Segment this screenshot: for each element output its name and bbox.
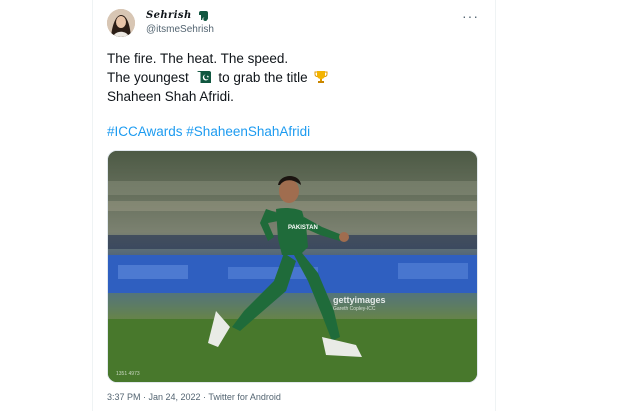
- pakistan-flag-icon: [199, 11, 208, 24]
- cricket-player-photo: PAKISTAN: [108, 151, 477, 382]
- tweet-line-2: The youngest to grab the title: [107, 70, 328, 85]
- photo-reference: 1351 4973: [116, 371, 140, 377]
- author-handle[interactable]: @itsmeSehrish: [146, 24, 214, 35]
- tweet-media-photo[interactable]: PAKISTAN gettyimages Gareth Copley-ICC 1…: [107, 150, 478, 383]
- pakistan-flag-icon: [196, 71, 211, 83]
- photo-credit: Gareth Copley-ICC: [333, 306, 376, 312]
- tweet-line-2-start: The youngest: [107, 70, 189, 85]
- tweet-line-2-end: to grab the title: [218, 70, 308, 85]
- avatar[interactable]: [107, 9, 135, 37]
- hashtag-iccawards[interactable]: #ICCAwards: [107, 124, 183, 139]
- jersey-text: PAKISTAN: [288, 225, 318, 231]
- trophy-icon: [314, 70, 328, 84]
- tweet-line-3: Shaheen Shah Afridi.: [107, 89, 234, 104]
- tweet-line-1: The fire. The heat. The speed.: [107, 51, 289, 66]
- getty-watermark: gettyimages Gareth Copley-ICC: [333, 296, 386, 312]
- tweet-timestamp[interactable]: 3:37 PM · Jan 24, 2022 · Twitter for And…: [107, 392, 281, 402]
- more-options-icon[interactable]: ···: [462, 8, 479, 24]
- hashtags: #ICCAwards #ShaheenShahAfridi: [107, 124, 310, 139]
- author-name[interactable]: Sehrish: [146, 10, 192, 21]
- avatar-image: [107, 9, 135, 37]
- watermark-text: gettyimages: [333, 295, 386, 305]
- hashtag-shaheenshahafridi[interactable]: #ShaheenShahAfridi: [186, 124, 310, 139]
